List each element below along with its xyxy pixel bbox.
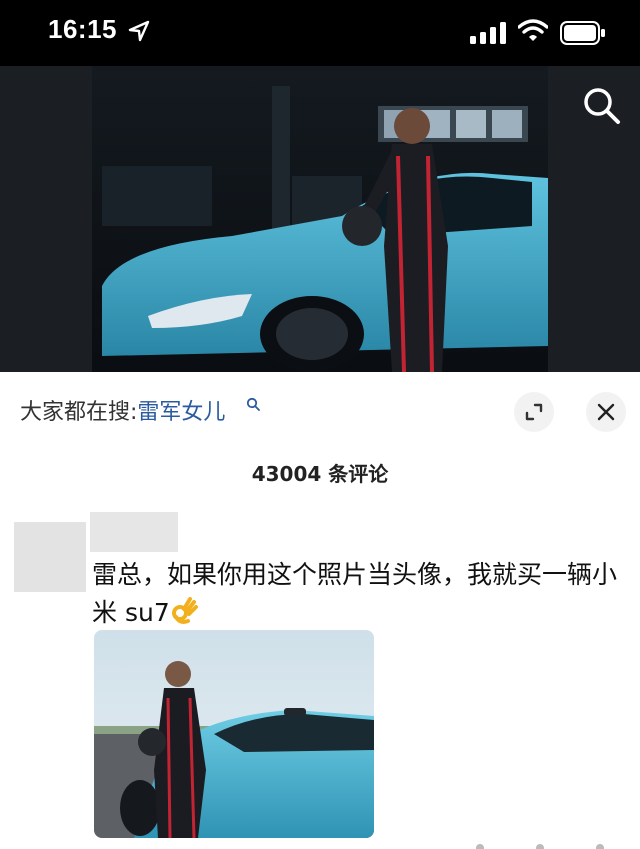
comment-text: 雷总，如果你用这个照片当头像，我就买一辆小米 su7 bbox=[92, 556, 622, 632]
cellular-signal-icon bbox=[470, 22, 506, 44]
small-search-icon bbox=[246, 397, 260, 411]
expand-button[interactable] bbox=[514, 392, 554, 432]
comments-panel: 大家都在搜:雷军女儿 43004 条评论 雷总，如果你用这个照片当头像，我就买一… bbox=[0, 372, 640, 849]
username-redacted[interactable] bbox=[90, 512, 178, 552]
battery-icon bbox=[560, 21, 605, 45]
close-button[interactable] bbox=[586, 392, 626, 432]
wifi-icon bbox=[518, 19, 548, 41]
expand-icon bbox=[525, 403, 543, 421]
comment-count: 43004 条评论 bbox=[251, 462, 389, 486]
comment-actions-partial bbox=[476, 844, 604, 849]
status-time: 16:15 bbox=[48, 14, 117, 44]
location-arrow-icon bbox=[128, 20, 150, 42]
video-letterbox-left bbox=[0, 66, 92, 372]
avatar[interactable] bbox=[14, 522, 86, 592]
close-icon bbox=[597, 403, 615, 421]
trending-search-prefix: 大家都在搜: bbox=[20, 400, 138, 425]
trending-search-term[interactable]: 雷军女儿 bbox=[137, 400, 225, 425]
video-frame-car-photo bbox=[92, 66, 548, 372]
search-icon[interactable] bbox=[580, 84, 622, 126]
trending-search-suggestion[interactable]: 大家都在搜:雷军女儿 bbox=[20, 394, 225, 426]
video-player[interactable] bbox=[0, 66, 640, 372]
comment-attached-image[interactable] bbox=[94, 630, 374, 838]
ok-hand-emoji-icon bbox=[171, 597, 198, 624]
status-bar: 16:15 bbox=[0, 0, 640, 66]
